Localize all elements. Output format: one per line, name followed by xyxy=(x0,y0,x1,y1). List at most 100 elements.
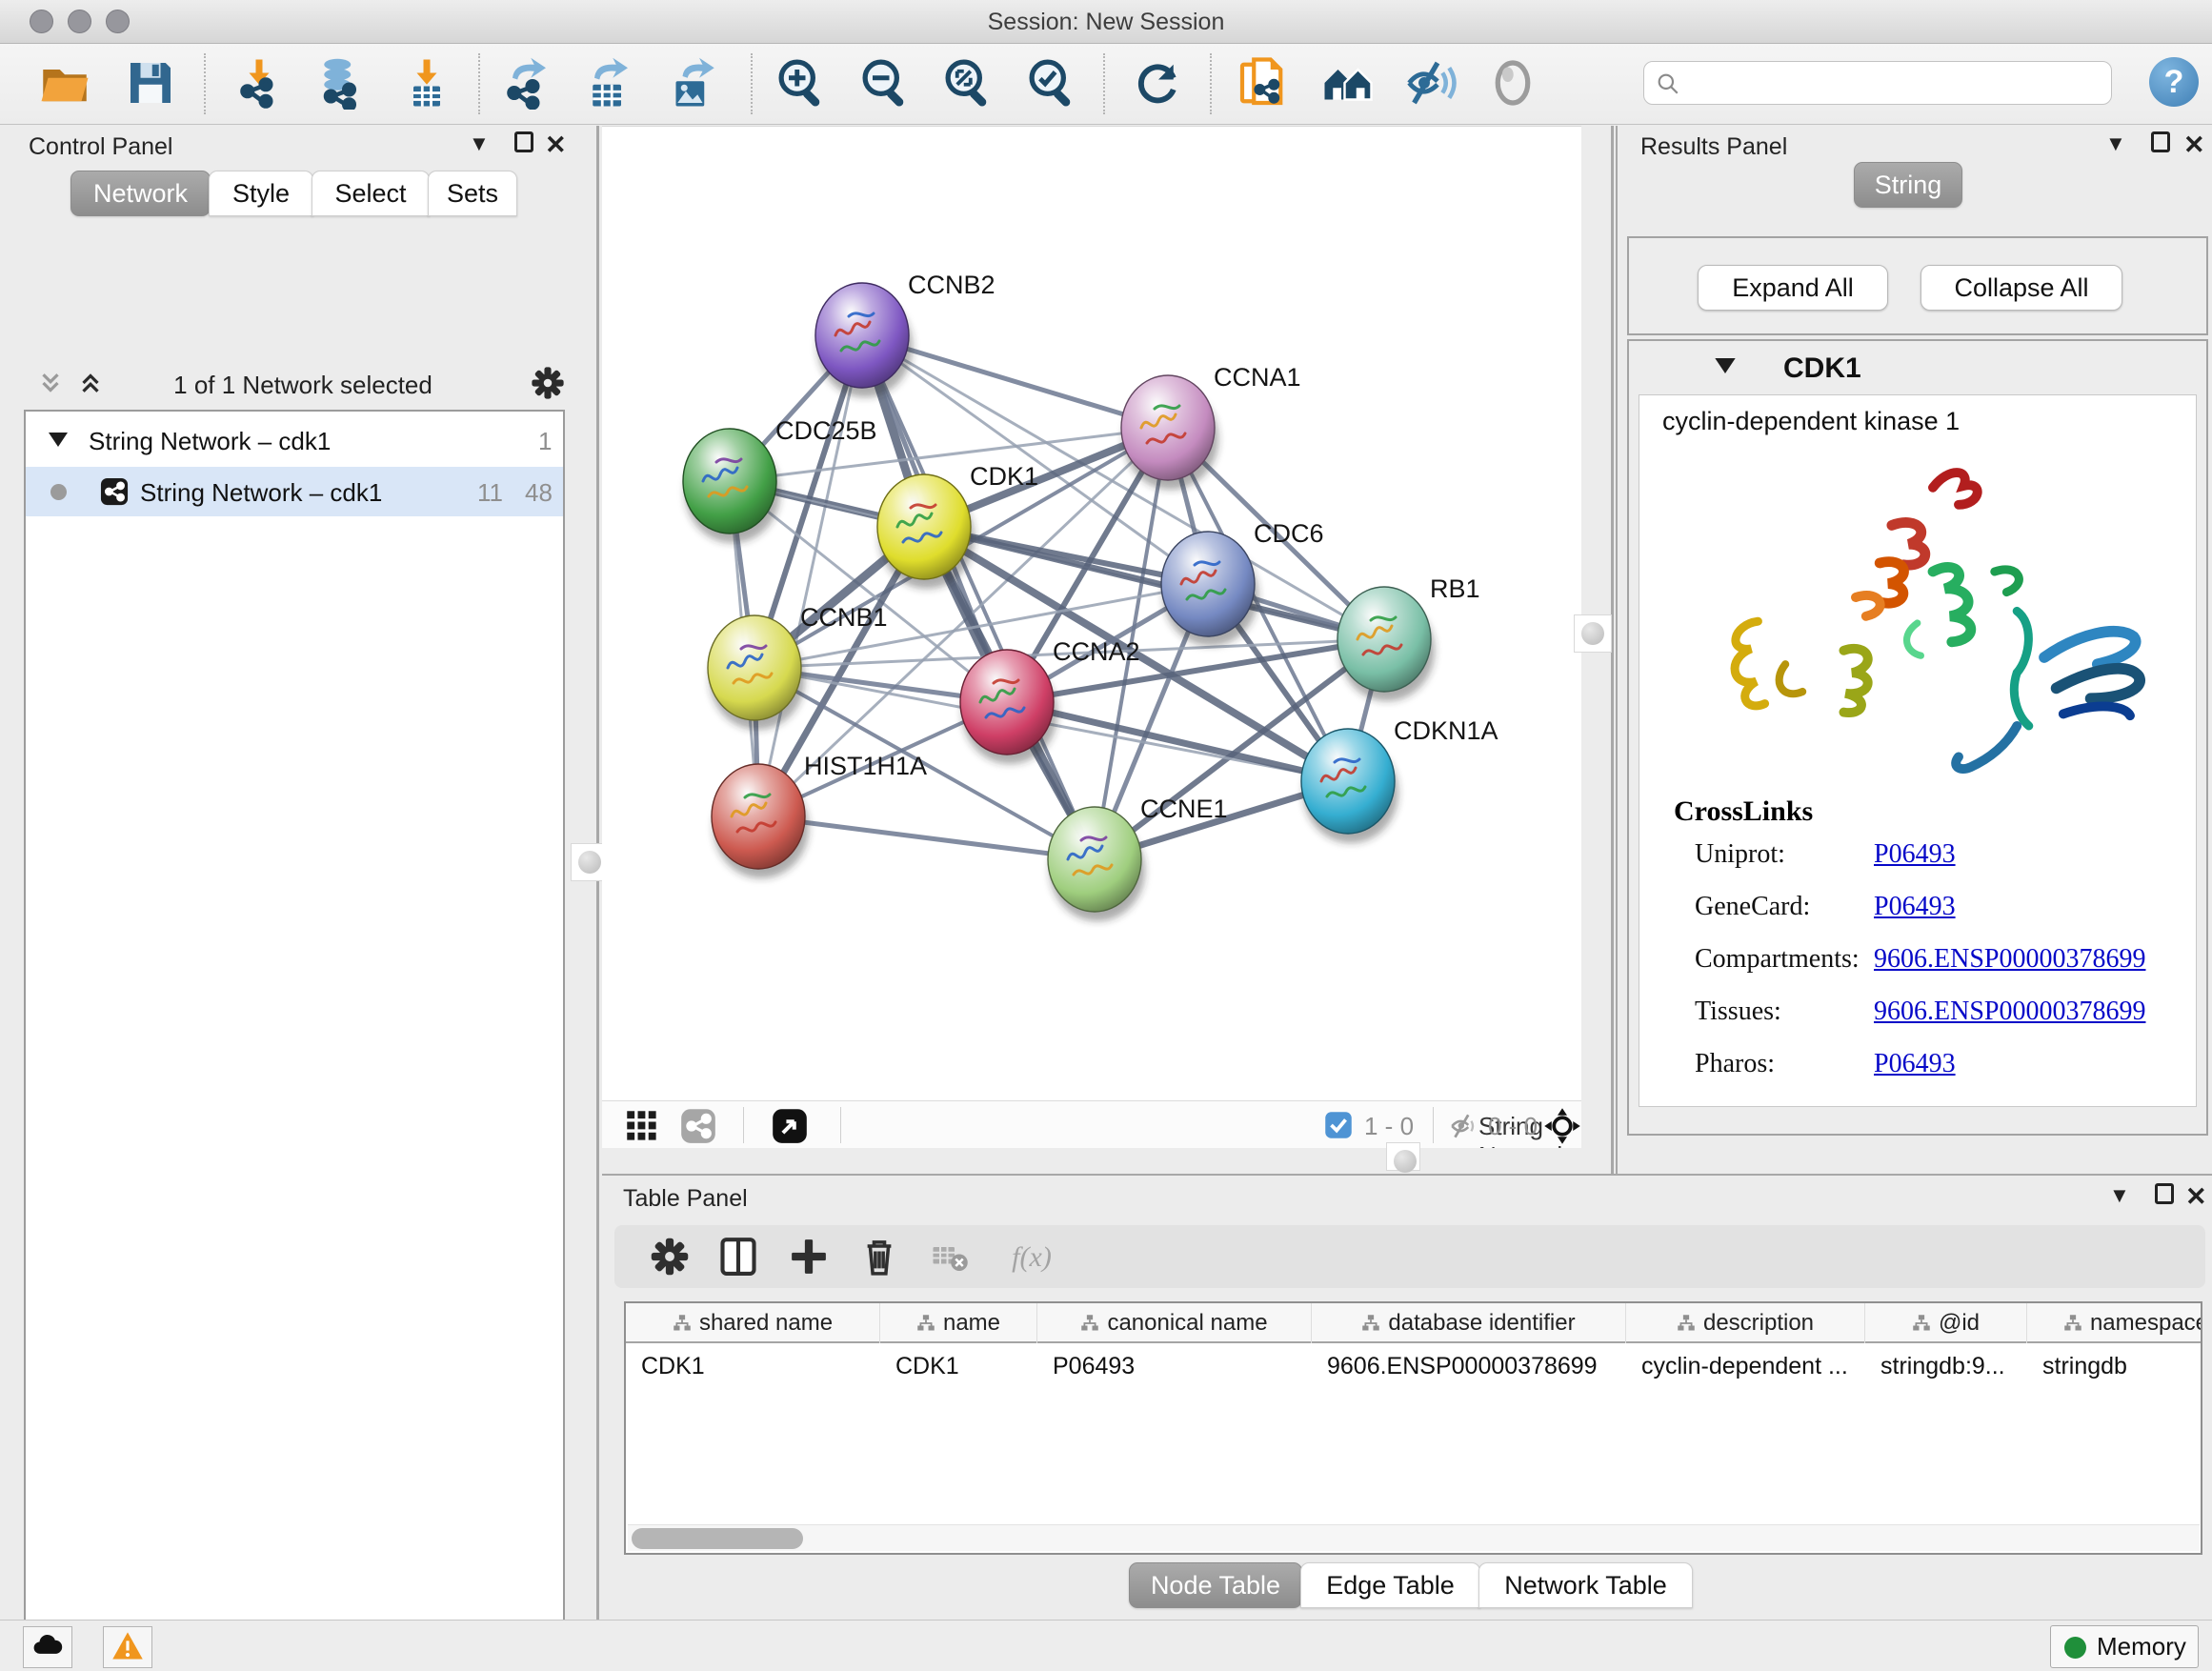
import-network-database-button[interactable] xyxy=(311,55,368,112)
bottom-splitter-handle[interactable] xyxy=(1386,1142,1420,1171)
column-header-description[interactable]: description xyxy=(1626,1303,1865,1343)
edge-CCNB2-CCNE1[interactable] xyxy=(862,335,1095,859)
fit-selected-crosshair-icon[interactable] xyxy=(1543,1107,1581,1145)
hide-selected-button[interactable] xyxy=(1402,55,1459,112)
table-cell[interactable]: CDK1 xyxy=(641,1353,871,1380)
open-session-button[interactable] xyxy=(36,55,93,112)
zoom-in-button[interactable] xyxy=(774,55,831,112)
table-hscrollbar[interactable] xyxy=(628,1524,2200,1551)
node-RB1[interactable] xyxy=(1337,587,1431,692)
first-neighbors-button[interactable] xyxy=(1319,55,1377,112)
delete-table-icon[interactable] xyxy=(925,1233,975,1282)
table-hscrollbar-thumb[interactable] xyxy=(632,1528,803,1549)
zoom-selected-button[interactable] xyxy=(1024,55,1081,112)
memory-button[interactable]: Memory xyxy=(2050,1625,2199,1668)
node-CCNA2[interactable] xyxy=(960,650,1054,755)
collapse-all-icon[interactable] xyxy=(36,369,65,397)
node-CCNB2[interactable] xyxy=(815,283,909,388)
grid-view-icon[interactable] xyxy=(625,1109,659,1143)
node-CCNB1[interactable] xyxy=(708,615,801,720)
tab-string[interactable]: String xyxy=(1854,162,1962,208)
table-panel-menu-icon[interactable]: ▼ xyxy=(2109,1183,2130,1208)
table-cell[interactable]: P06493 xyxy=(1053,1353,1302,1380)
expand-all-icon[interactable] xyxy=(76,369,105,397)
entry-expander-icon[interactable] xyxy=(1715,358,1736,373)
column-header-shared-name[interactable]: shared name xyxy=(626,1303,880,1343)
table-cell[interactable]: stringdb xyxy=(2042,1353,2202,1380)
zoom-fit-button[interactable] xyxy=(940,55,997,112)
export-table-button[interactable] xyxy=(579,55,636,112)
birds-eye-toggle-icon[interactable] xyxy=(772,1108,808,1144)
crosslink-link[interactable]: P06493 xyxy=(1874,1049,1956,1079)
tab-sets[interactable]: Sets xyxy=(428,171,517,216)
column-header-name[interactable]: name xyxy=(880,1303,1037,1343)
collapse-all-button[interactable]: Collapse All xyxy=(1920,265,2122,311)
function-builder-icon[interactable]: f(x) xyxy=(994,1233,1070,1282)
results-panel-menu-icon[interactable]: ▼ xyxy=(2105,131,2126,156)
tab-edge-table[interactable]: Edge Table xyxy=(1300,1562,1480,1608)
node-HIST1H1A[interactable] xyxy=(712,764,805,869)
table-cell[interactable]: CDK1 xyxy=(895,1353,1028,1380)
control-panel-close-icon[interactable]: ✕ xyxy=(545,131,567,160)
show-all-button[interactable] xyxy=(1484,55,1541,112)
node-CDK1[interactable] xyxy=(877,474,971,579)
network-collection-row[interactable]: String Network – cdk1 1 xyxy=(26,415,563,465)
network-graph[interactable]: CCNB2CCNA1CDC25BCDK1CDC6RB1CCNB1CCNA2CDK… xyxy=(602,126,1581,1100)
results-panel-close-icon[interactable]: ✕ xyxy=(2183,131,2205,160)
hidden-eye-icon[interactable] xyxy=(1448,1110,1480,1142)
edge-HIST1H1A-CCNE1[interactable] xyxy=(758,816,1095,859)
bottom-splitter[interactable] xyxy=(602,1148,1581,1174)
network-row-selected[interactable]: String Network – cdk1 11 48 xyxy=(26,467,563,516)
node-CCNE1[interactable] xyxy=(1048,807,1141,912)
results-panel-float-icon[interactable] xyxy=(2151,131,2170,152)
search-input[interactable] xyxy=(1690,64,2100,102)
warning-status-button[interactable] xyxy=(103,1626,152,1668)
show-columns-icon[interactable] xyxy=(714,1233,763,1282)
tab-network[interactable]: Network xyxy=(70,171,211,216)
entry-header[interactable]: CDK1 xyxy=(1631,343,2204,393)
export-network-button[interactable] xyxy=(497,55,554,112)
crosslink-link[interactable]: P06493 xyxy=(1874,839,1956,870)
tab-network-table[interactable]: Network Table xyxy=(1478,1562,1693,1608)
crosslink-link[interactable]: P06493 xyxy=(1874,892,1956,922)
network-badge-icon[interactable] xyxy=(680,1108,716,1144)
node-CDC6[interactable] xyxy=(1161,532,1255,636)
selected-checkbox-icon[interactable] xyxy=(1324,1111,1353,1139)
tab-style[interactable]: Style xyxy=(209,171,313,216)
new-network-from-selection-button[interactable] xyxy=(1234,55,1291,112)
gear-icon[interactable] xyxy=(530,365,566,401)
crosslink-link[interactable]: 9606.ENSP00000378699 xyxy=(1874,997,2145,1027)
refresh-view-button[interactable] xyxy=(1130,55,1187,112)
control-panel-float-icon[interactable] xyxy=(514,131,533,152)
cloud-status-button[interactable] xyxy=(23,1626,72,1668)
zoom-out-button[interactable] xyxy=(857,55,915,112)
table-panel-float-icon[interactable] xyxy=(2155,1183,2174,1204)
node-CDC25B[interactable] xyxy=(683,429,776,534)
save-session-button[interactable] xyxy=(122,55,179,112)
column-header-id[interactable]: @id xyxy=(1865,1303,2027,1343)
tab-node-table[interactable]: Node Table xyxy=(1129,1562,1302,1608)
control-panel-menu-icon[interactable]: ▼ xyxy=(469,131,490,156)
node-CDKN1A[interactable] xyxy=(1301,729,1395,834)
table-gear-icon[interactable] xyxy=(645,1233,694,1282)
export-image-button[interactable] xyxy=(664,55,721,112)
crosslink-link[interactable]: 9606.ENSP00000378699 xyxy=(1874,944,2145,975)
import-network-file-button[interactable] xyxy=(231,55,288,112)
import-table-file-button[interactable] xyxy=(398,55,455,112)
node-CCNA1[interactable] xyxy=(1121,375,1215,480)
delete-column-trash-icon[interactable] xyxy=(855,1233,904,1282)
create-column-icon[interactable] xyxy=(784,1233,834,1282)
collection-expander-icon[interactable] xyxy=(49,433,68,447)
help-button[interactable]: ? xyxy=(2149,57,2199,107)
table-cell[interactable]: stringdb:9... xyxy=(1880,1353,2018,1380)
table-cell[interactable]: 9606.ENSP00000378699 xyxy=(1327,1353,1617,1380)
table-cell[interactable]: cyclin-dependent ... xyxy=(1641,1353,1856,1380)
table-panel-close-icon[interactable]: ✕ xyxy=(2185,1182,2207,1212)
column-header-namespace[interactable]: namespace xyxy=(2027,1303,2202,1343)
node-table[interactable]: shared namenamecanonical namedatabase id… xyxy=(624,1301,2202,1555)
column-header-database-identifier[interactable]: database identifier xyxy=(1312,1303,1626,1343)
right-splitter-handle[interactable] xyxy=(1574,614,1612,653)
column-header-canonical-name[interactable]: canonical name xyxy=(1037,1303,1312,1343)
tab-select[interactable]: Select xyxy=(312,171,430,216)
expand-all-button[interactable]: Expand All xyxy=(1698,265,1888,311)
